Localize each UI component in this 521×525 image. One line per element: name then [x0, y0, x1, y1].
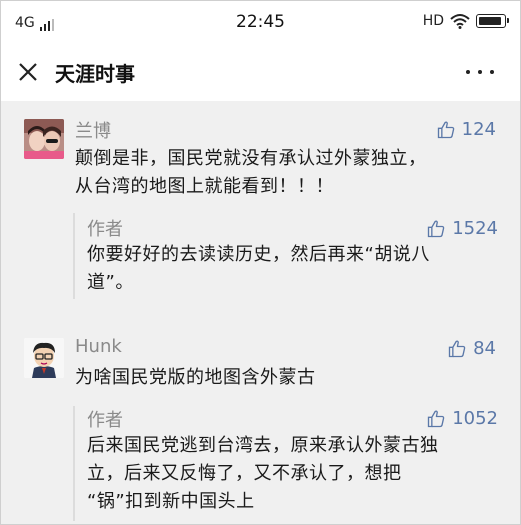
comment-username[interactable]: 兰博 — [75, 117, 111, 143]
comment-item: Hunk 84 为啥国民党版的地图含外蒙古 作者 1052 后来国民党逃到台湾去… — [1, 326, 520, 524]
reply-text: 后来国民党逃到台湾去，原来承认外蒙古独 立，后来又反悔了，又不承认了，想把 “锅… — [87, 432, 497, 516]
avatar[interactable] — [24, 119, 64, 159]
comment-username[interactable]: Hunk — [75, 336, 122, 357]
reply-text: 你要好好的去读读历史，然后再来“胡说八 道”。 — [87, 241, 497, 297]
like-count: 1524 — [452, 218, 498, 239]
like-button[interactable]: 124 — [436, 119, 496, 140]
comment-text: 颠倒是非，国民党就没有承认过外蒙独立， 从台湾的地图上就能看到！！！ — [75, 145, 485, 201]
reply-text-line: 后来国民党逃到台湾去，原来承认外蒙古独 — [87, 435, 439, 456]
wifi-icon — [450, 14, 470, 29]
more-dot-icon — [466, 70, 470, 74]
like-count: 84 — [473, 338, 496, 359]
comment-text-line: 从台湾的地图上就能看到！！！ — [75, 176, 334, 197]
avatar[interactable] — [24, 338, 64, 378]
thumbs-up-icon — [437, 121, 454, 138]
status-bar: 4G 22:45 HD — [1, 1, 520, 45]
reply-like-button[interactable]: 1052 — [426, 408, 498, 429]
reply-text-line: 道”。 — [87, 272, 134, 293]
comment-item: 兰博 124 颠倒是非，国民党就没有承认过外蒙独立， 从台湾的地图上就能看到！！… — [1, 101, 520, 316]
like-count: 1052 — [452, 408, 498, 429]
reply-username[interactable]: 作者 — [87, 406, 123, 432]
comment-list: 兰博 124 颠倒是非，国民党就没有承认过外蒙独立， 从台湾的地图上就能看到！！… — [1, 101, 520, 524]
thumbs-up-icon — [448, 340, 466, 357]
comment-text: 为啥国民党版的地图含外蒙古 — [75, 364, 485, 392]
comment-text-line: 颠倒是非，国民党就没有承认过外蒙独立， — [75, 148, 427, 169]
title-bar: 天涯时事 — [1, 45, 520, 101]
more-options-button[interactable] — [466, 59, 494, 85]
close-icon — [19, 63, 37, 81]
status-icons: HD — [422, 13, 509, 29]
page-title: 天涯时事 — [55, 62, 135, 86]
reply-text-line: 立，后来又反悔了，又不承认了，想把 — [87, 463, 402, 484]
comment-text-line: 为啥国民党版的地图含外蒙古 — [75, 367, 316, 388]
reply-username[interactable]: 作者 — [87, 215, 123, 241]
author-reply: 作者 1524 你要好好的去读读历史，然后再来“胡说八 道”。 — [73, 213, 500, 299]
reply-text-line: 你要好好的去读读历史，然后再来“胡说八 — [87, 244, 430, 265]
close-button[interactable] — [15, 59, 41, 85]
cartoon-avatar-icon — [24, 338, 64, 378]
thumbs-up-icon — [428, 220, 445, 237]
more-dot-icon — [478, 70, 482, 74]
reply-like-button[interactable]: 1524 — [426, 218, 498, 239]
hd-indicator: HD — [422, 13, 444, 29]
more-dot-icon — [490, 70, 494, 74]
phone-screen: 4G 22:45 HD 天涯时事 兰博 124 颠倒是非，国民党就没有承认过外蒙… — [0, 0, 521, 525]
like-count: 124 — [461, 119, 496, 140]
reply-text-line: “锅”扣到新中国头上 — [87, 491, 255, 512]
like-button[interactable]: 84 — [447, 338, 496, 359]
thumbs-up-icon — [428, 410, 445, 427]
battery-icon — [476, 14, 509, 28]
author-reply: 作者 1052 后来国民党逃到台湾去，原来承认外蒙古独 立，后来又反悔了，又不承… — [73, 406, 500, 521]
avatar-photo-icon — [24, 119, 64, 159]
